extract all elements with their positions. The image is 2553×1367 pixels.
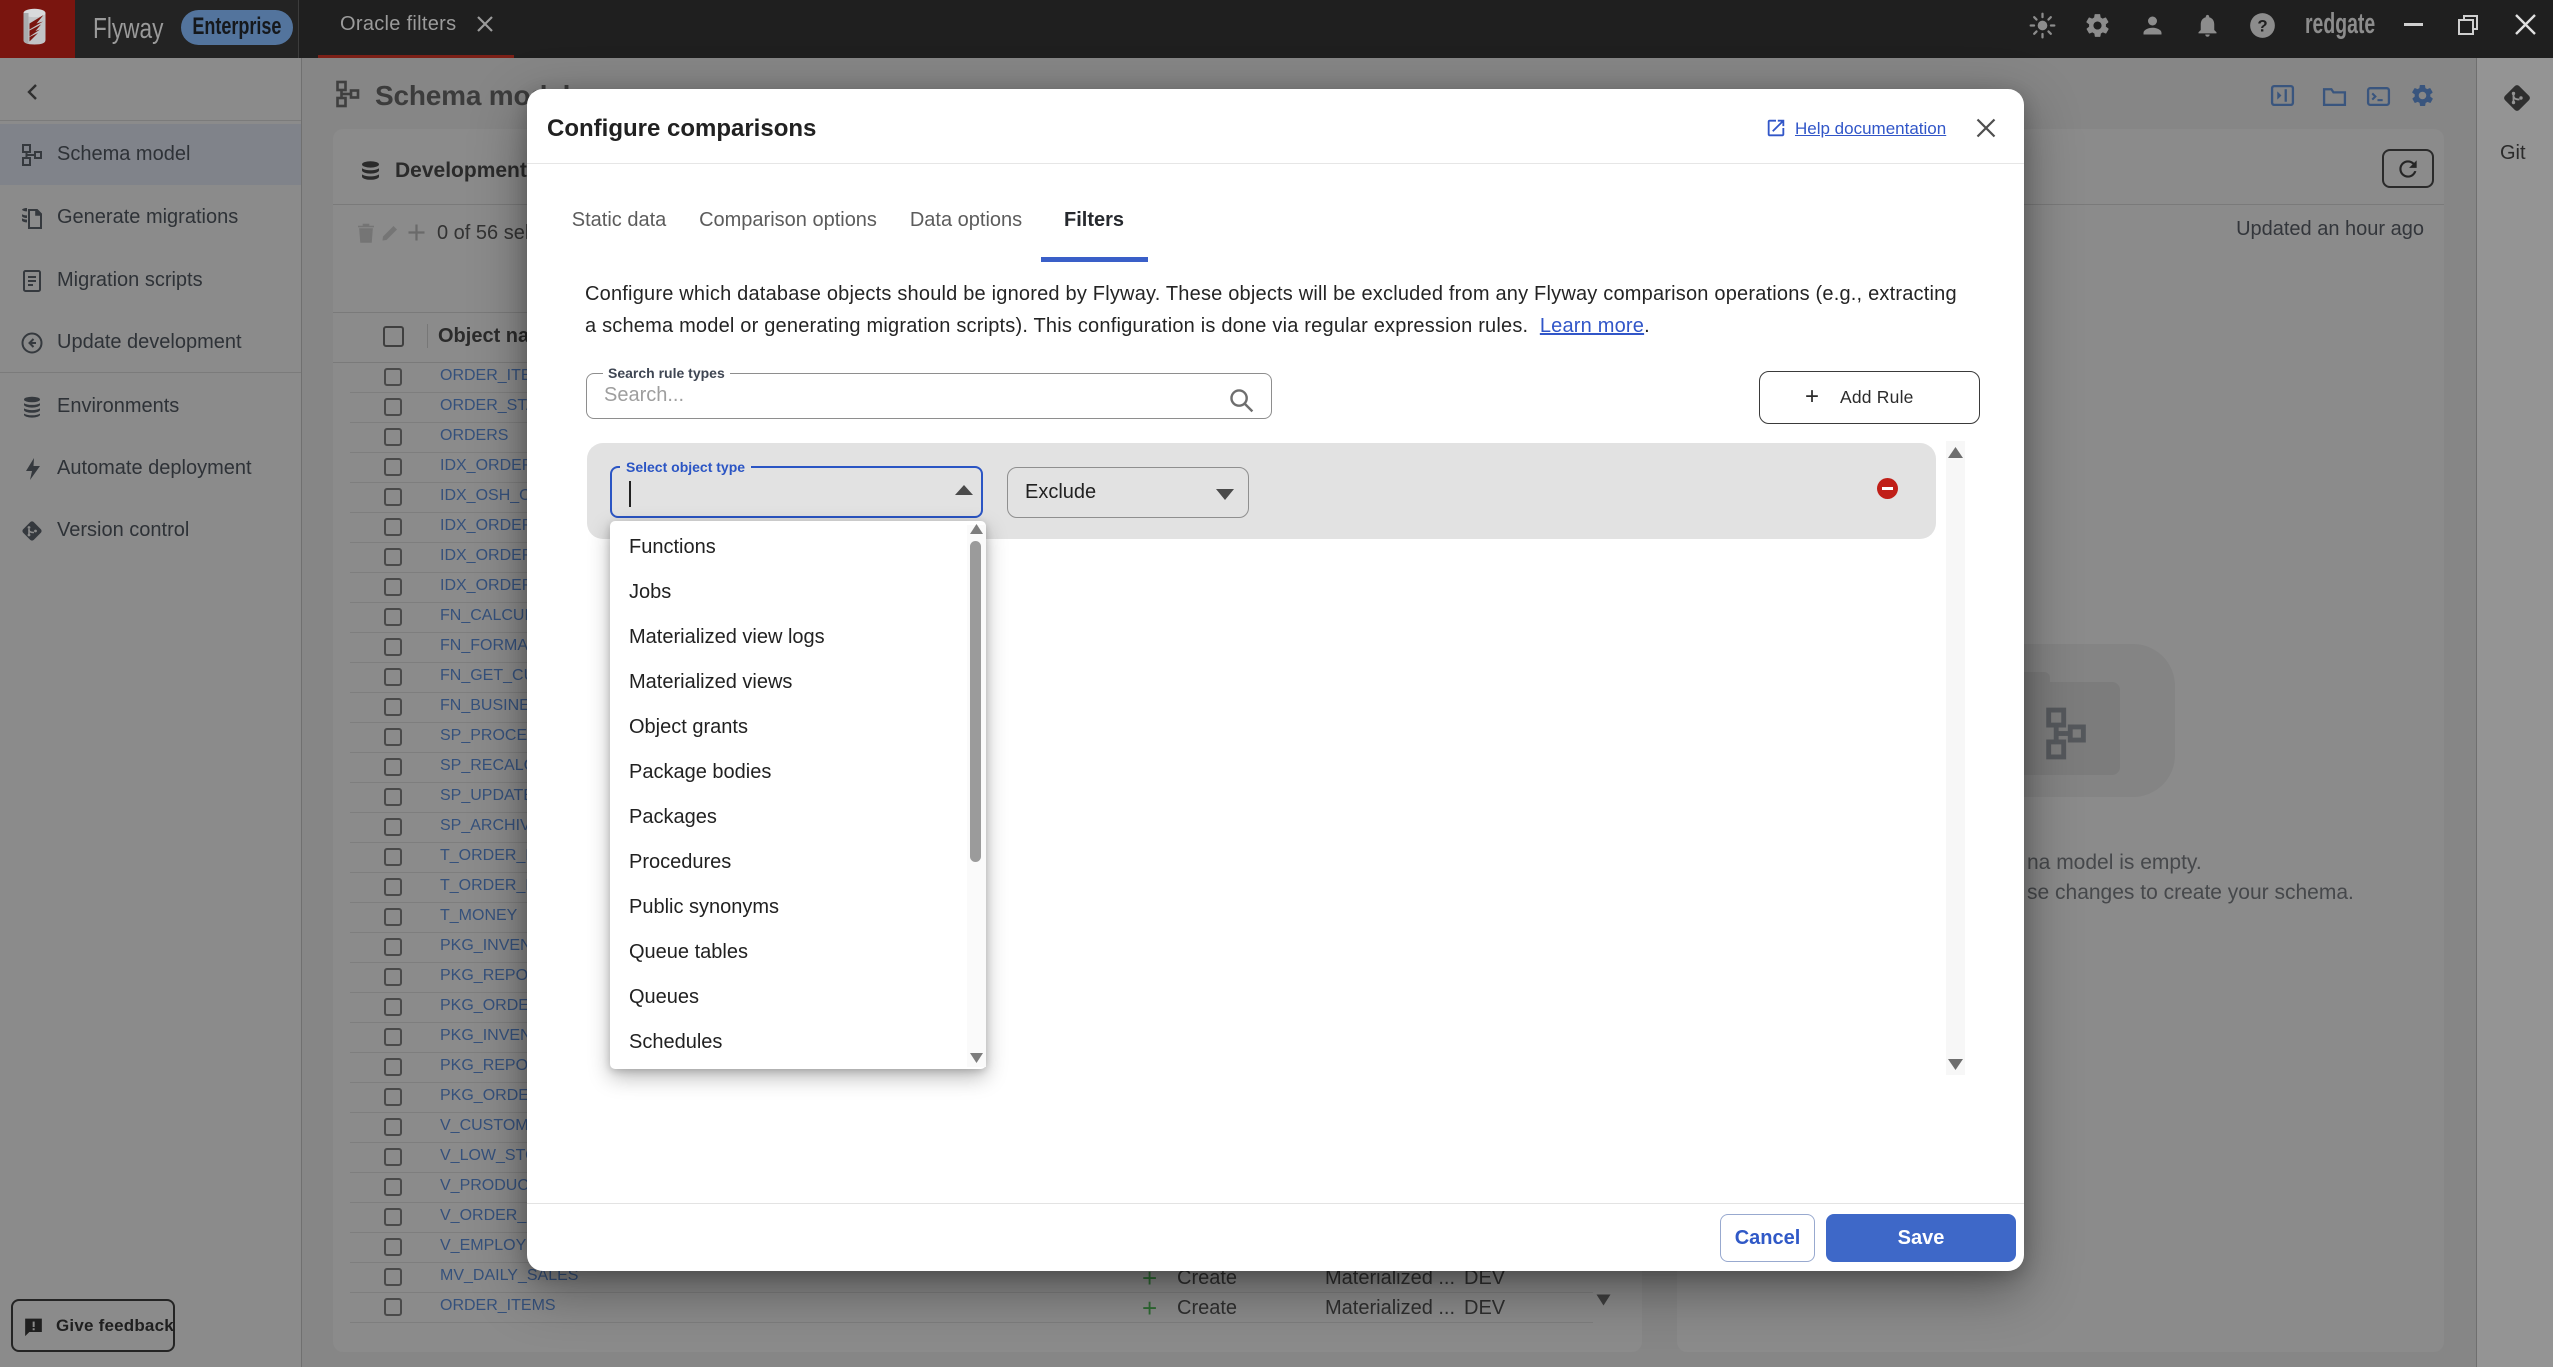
svg-text:?: ? — [2257, 17, 2267, 36]
